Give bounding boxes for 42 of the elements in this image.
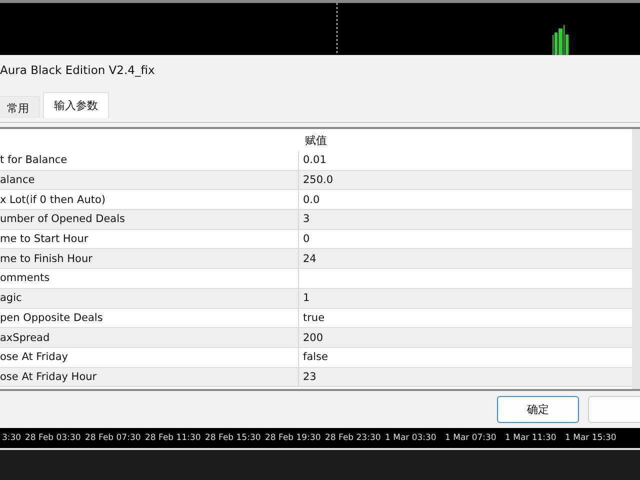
time-label: 28 Feb 19:30 bbox=[264, 433, 322, 443]
table-cell: umber of Opened Deals bbox=[0, 210, 299, 229]
time-label: 28 Feb 23:30 bbox=[324, 433, 382, 443]
table-cell-text: 0.01 bbox=[302, 153, 328, 168]
table-cell-text: 1 bbox=[302, 291, 311, 306]
time-label: 28 Feb 03:30 bbox=[24, 433, 82, 443]
dialog-title: Aura Black Edition V2.4_fix bbox=[0, 62, 156, 79]
tab[interactable]: 输入参数 bbox=[43, 92, 109, 118]
time-label: 1 Mar 07:30 bbox=[444, 433, 498, 443]
table-cell: me to Finish Hour bbox=[0, 249, 299, 268]
table-cell: alance bbox=[0, 170, 299, 190]
table-cell-text: 250.0 bbox=[302, 173, 334, 188]
table-cell-text: true bbox=[302, 310, 326, 326]
time-label: 1 Mar 15:30 bbox=[564, 433, 618, 443]
time-label: 28 Feb 11:30 bbox=[144, 433, 202, 443]
table-cell-text: 0.0 bbox=[302, 192, 321, 208]
table-cell: pen Opposite Deals bbox=[0, 308, 299, 328]
table-cell: omments bbox=[0, 269, 299, 288]
table-cell-text: 0 bbox=[302, 232, 311, 248]
table-cell-text: false bbox=[302, 350, 329, 366]
table-cell: ose At Friday Hour bbox=[0, 368, 299, 386]
table-cell-text: 3 bbox=[302, 212, 311, 228]
table-cell-text: 200 bbox=[302, 330, 324, 346]
time-label: 1 Mar 03:30 bbox=[384, 433, 438, 443]
ok-button[interactable]: 确定 bbox=[497, 396, 579, 423]
table-cell: agic bbox=[0, 288, 299, 308]
table-cell-text: 24 bbox=[302, 252, 318, 267]
column-header: 赋值 bbox=[304, 132, 328, 148]
time-label: 3:30 bbox=[1, 433, 22, 443]
candlestick-drawing bbox=[550, 25, 570, 55]
table-cell: t for Balance bbox=[0, 151, 299, 170]
table-cell: axSpread bbox=[0, 328, 299, 347]
time-label: 1 Mar 11:30 bbox=[504, 433, 558, 443]
time-label: 28 Feb 15:30 bbox=[204, 433, 262, 443]
tab[interactable]: 常用 bbox=[0, 96, 40, 118]
scrollbar[interactable] bbox=[632, 129, 640, 389]
crosshair-line bbox=[336, 3, 338, 55]
table-cell-text: 23 bbox=[302, 370, 318, 385]
table-cell: me to Start Hour bbox=[0, 230, 299, 248]
table-cell: ose At Friday bbox=[0, 348, 299, 367]
time-label: 28 Feb 07:30 bbox=[84, 433, 142, 443]
table-cell: x Lot(if 0 then Auto) bbox=[0, 190, 299, 210]
